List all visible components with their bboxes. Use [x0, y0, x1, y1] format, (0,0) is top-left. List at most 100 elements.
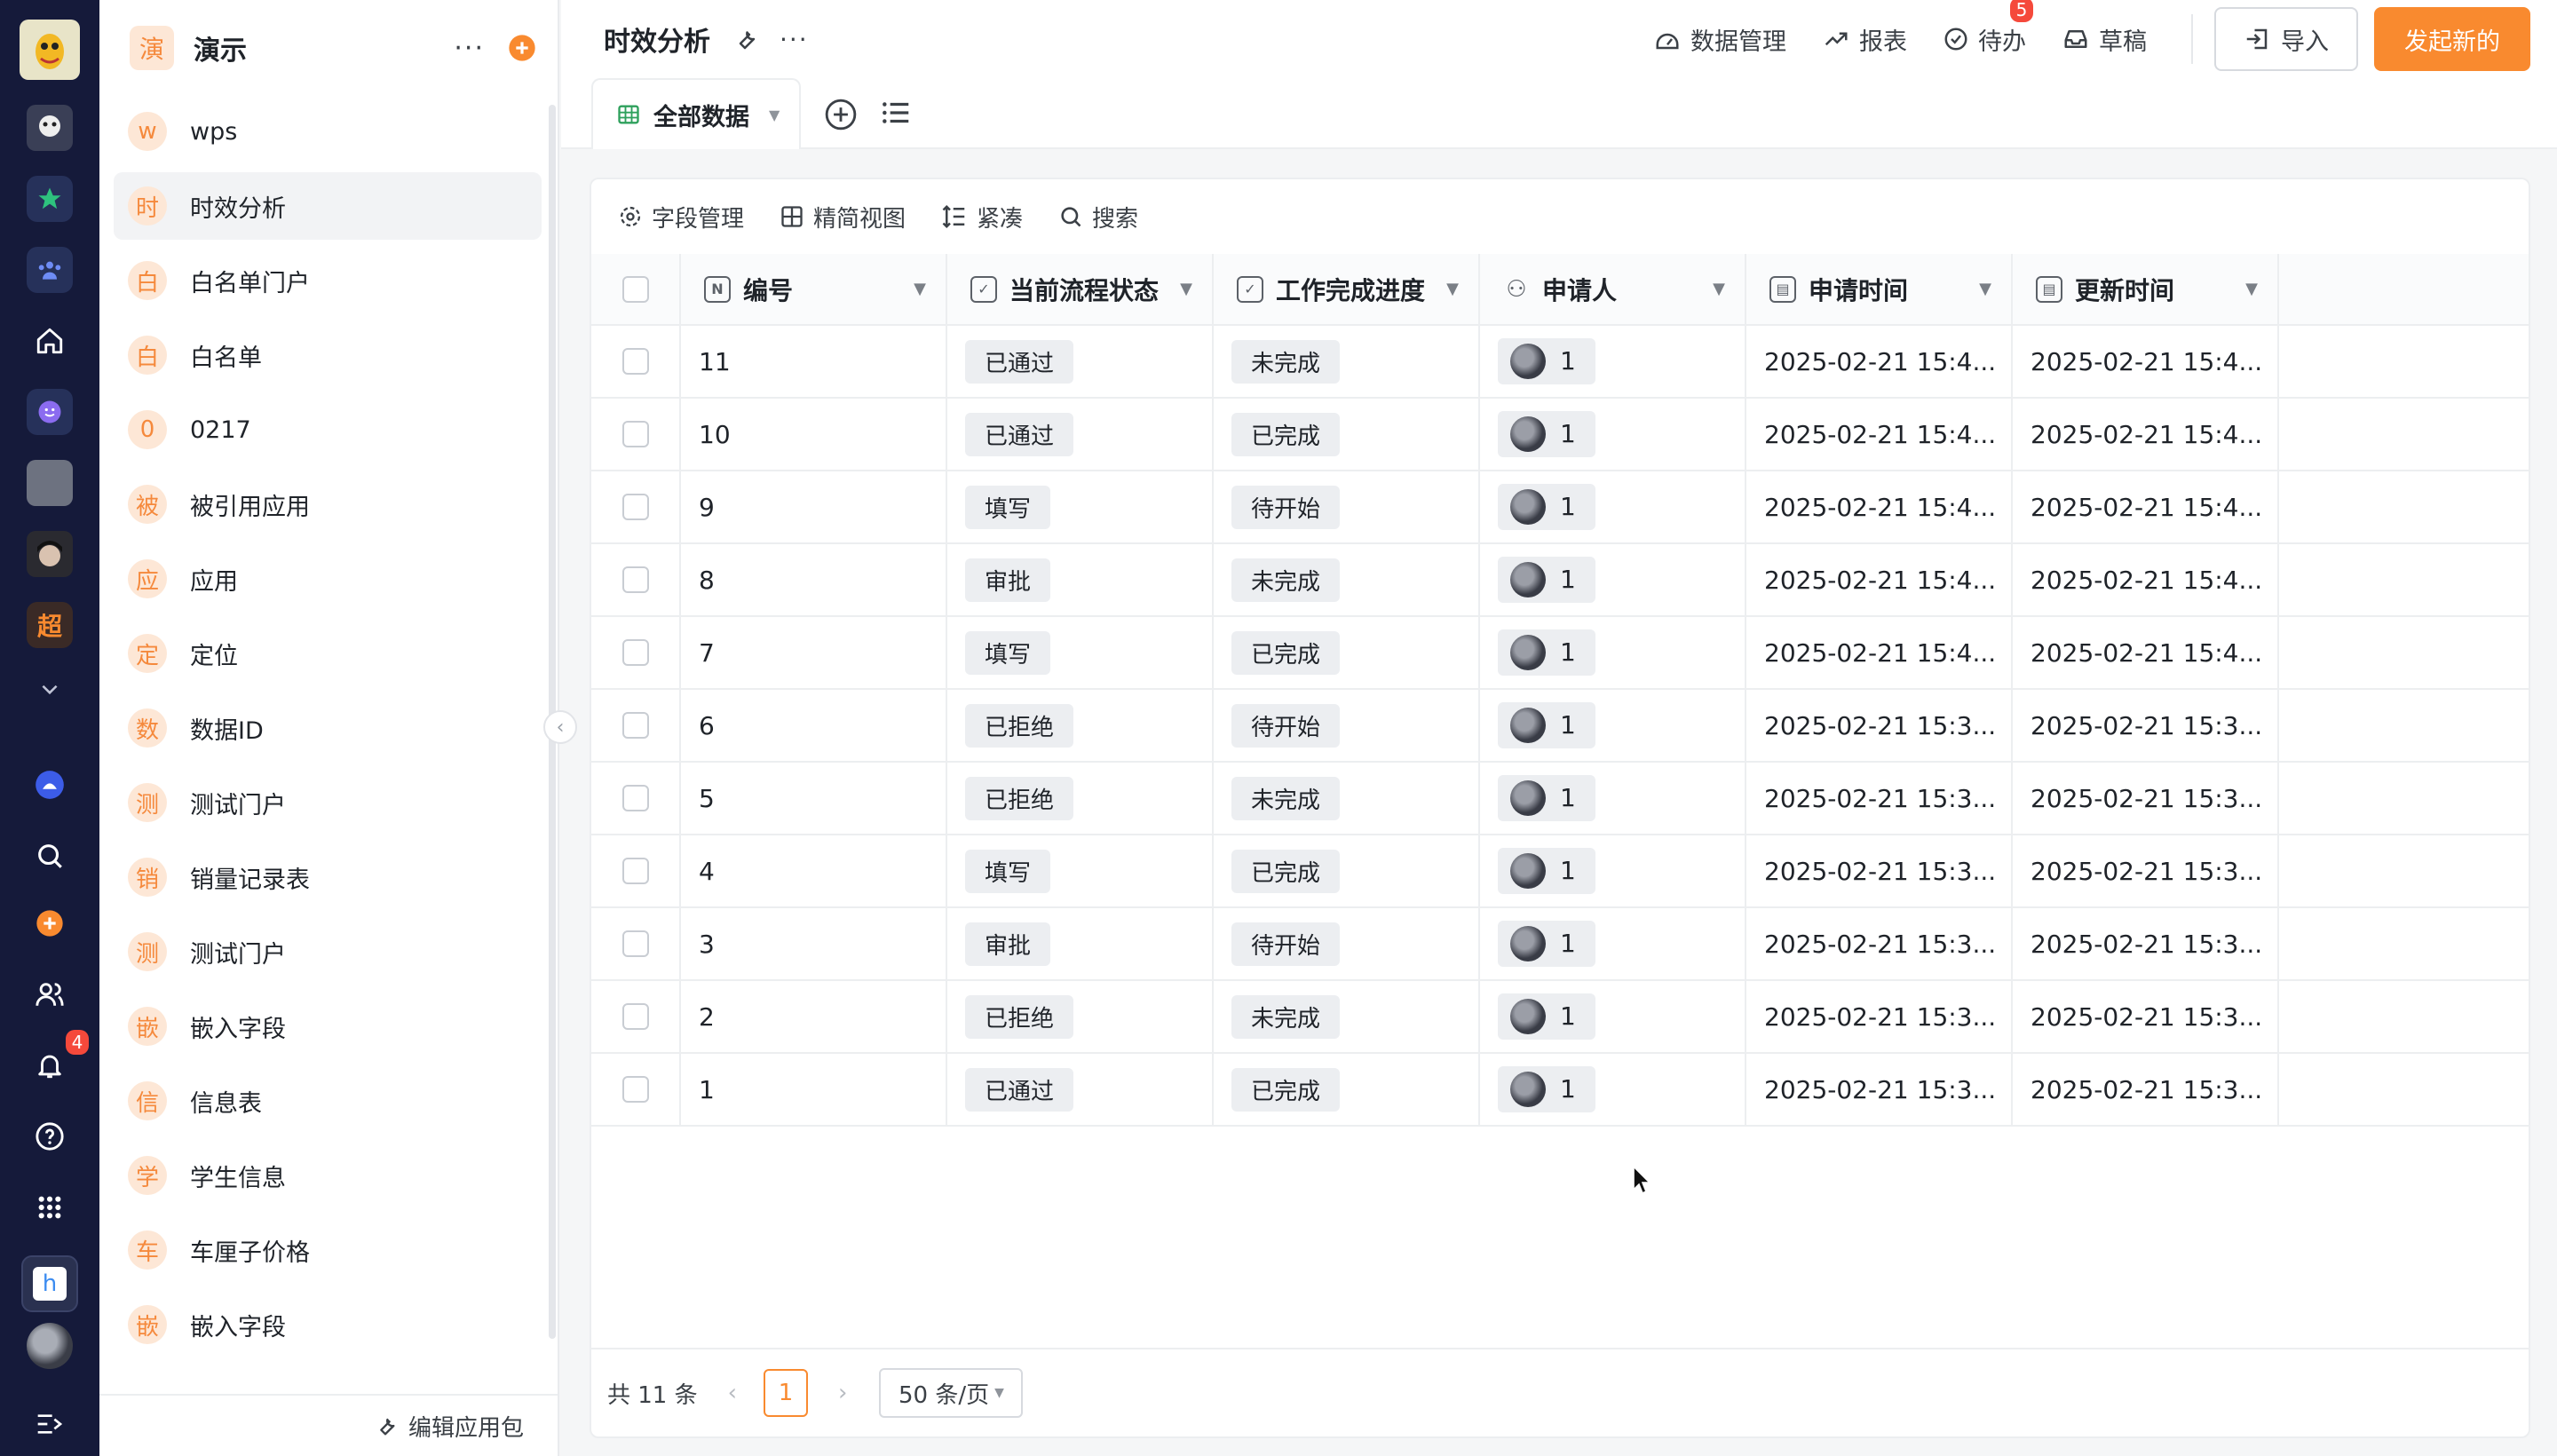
cell-applicant[interactable]: 1 [1479, 325, 1746, 399]
draft-link[interactable]: 草稿 [2062, 22, 2147, 57]
sidebar-item[interactable]: 嵌嵌入字段 [114, 1291, 542, 1358]
todo-link[interactable]: 待办 5 [1943, 0, 2033, 57]
cell-status[interactable]: 已通过 [946, 398, 1214, 471]
cell-status[interactable]: 已通过 [946, 1053, 1214, 1127]
row-checkbox[interactable] [621, 1003, 649, 1030]
emoji-app-icon[interactable] [27, 389, 73, 435]
settings-wrench-icon[interactable] [732, 26, 758, 52]
cell-id[interactable]: 11 [680, 325, 947, 399]
cell-status[interactable]: 审批 [946, 543, 1214, 617]
sidebar-item[interactable]: 被被引用应用 [114, 471, 542, 538]
cell-id[interactable]: 2 [680, 980, 947, 1054]
starred-icon[interactable] [27, 176, 73, 222]
table-row[interactable]: 5 已拒绝 未完成 1 2025-02-21 15:3... 2025-02-21 15:… [591, 762, 2529, 835]
edit-package-button[interactable]: 编辑应用包 [99, 1394, 558, 1456]
apps-grid-icon[interactable] [27, 1184, 73, 1230]
cell-updated-time[interactable]: 2025-02-21 15:4... [2012, 543, 2279, 617]
cell-applicant[interactable]: 1 [1479, 543, 1746, 617]
cell-applied-time[interactable]: 2025-02-21 15:3... [1746, 689, 2013, 763]
col-header-id[interactable]: N 编号 ▼ [680, 254, 947, 326]
cell-applicant[interactable]: 1 [1479, 616, 1746, 690]
cell-applied-time[interactable]: 2025-02-21 15:4... [1746, 325, 2013, 399]
row-checkbox[interactable] [621, 712, 649, 739]
sidebar-item[interactable]: 测测试门户 [114, 769, 542, 836]
sidebar-item[interactable]: 白白名单 [114, 321, 542, 389]
cell-progress[interactable]: 待开始 [1213, 689, 1480, 763]
cell-applicant[interactable]: 1 [1479, 471, 1746, 544]
chevron-down-icon[interactable] [27, 666, 73, 712]
search-icon[interactable] [27, 833, 73, 879]
cell-id[interactable]: 3 [680, 907, 947, 981]
next-page-icon[interactable]: › [838, 1380, 847, 1406]
cell-updated-time[interactable]: 2025-02-21 15:4... [2012, 616, 2279, 690]
density-button[interactable]: 紧凑 [941, 201, 1023, 233]
caret-down-icon[interactable]: ▼ [914, 280, 926, 298]
cell-id[interactable]: 6 [680, 689, 947, 763]
row-checkbox[interactable] [621, 494, 649, 520]
cell-applicant[interactable]: 1 [1479, 907, 1746, 981]
super-app-icon[interactable]: 超 [27, 602, 73, 648]
cell-updated-time[interactable]: 2025-02-21 15:3... [2012, 980, 2279, 1054]
cell-progress[interactable]: 已完成 [1213, 1053, 1480, 1127]
page-number-current[interactable]: 1 [764, 1369, 809, 1417]
cell-status[interactable]: 已拒绝 [946, 689, 1214, 763]
caret-down-icon[interactable]: ▼ [769, 107, 780, 123]
sidebar-item[interactable]: 0 0217 [114, 396, 542, 463]
col-header-applicant[interactable]: ⚇ 申请人 ▼ [1479, 254, 1746, 326]
sidebar-item[interactable]: w wps [114, 98, 542, 165]
add-item-icon[interactable] [508, 34, 536, 62]
caret-down-icon[interactable]: ▼ [1180, 280, 1192, 298]
col-header-status[interactable]: ✓ 当前流程状态 ▼ [946, 254, 1214, 326]
cell-status[interactable]: 填写 [946, 471, 1214, 544]
cell-updated-time[interactable]: 2025-02-21 15:3... [2012, 689, 2279, 763]
cell-id[interactable]: 5 [680, 762, 947, 835]
cell-applicant[interactable]: 1 [1479, 1053, 1746, 1127]
cell-progress[interactable]: 待开始 [1213, 471, 1480, 544]
create-new-button[interactable]: 发起新的 [2374, 7, 2530, 71]
tab-all-data[interactable]: 全部数据 ▼ [591, 78, 801, 149]
table-row[interactable]: 3 审批 待开始 1 2025-02-21 15:3... 2025-02-21 15:3… [591, 907, 2529, 981]
cell-applied-time[interactable]: 2025-02-21 15:3... [1746, 835, 2013, 908]
cell-applied-time[interactable]: 2025-02-21 15:4... [1746, 616, 2013, 690]
caret-down-icon[interactable]: ▼ [1446, 280, 1459, 298]
cell-status[interactable]: 已拒绝 [946, 762, 1214, 835]
report-link[interactable]: 报表 [1822, 22, 1907, 57]
row-checkbox[interactable] [621, 348, 649, 375]
data-manage-link[interactable]: 数据管理 [1653, 22, 1786, 57]
cell-progress[interactable]: 已完成 [1213, 835, 1480, 908]
cell-updated-time[interactable]: 2025-02-21 15:4... [2012, 398, 2279, 471]
user-avatar[interactable] [27, 1323, 73, 1369]
table-row[interactable]: 10 已通过 已完成 1 2025-02-21 15:4... 2025-02-21 15… [591, 398, 2529, 471]
cell-progress[interactable]: 未完成 [1213, 980, 1480, 1054]
cell-updated-time[interactable]: 2025-02-21 15:3... [2012, 907, 2279, 981]
cell-progress[interactable]: 已完成 [1213, 616, 1480, 690]
cell-updated-time[interactable]: 2025-02-21 15:4... [2012, 325, 2279, 399]
compact-view-button[interactable]: 精简视图 [780, 201, 906, 233]
caret-down-icon[interactable]: ▼ [1713, 280, 1725, 298]
add-view-icon[interactable] [824, 98, 858, 131]
caret-down-icon[interactable]: ▼ [2245, 280, 2258, 298]
cell-id[interactable]: 4 [680, 835, 947, 908]
col-header-progress[interactable]: ✓ 工作完成进度 ▼ [1213, 254, 1480, 326]
cell-status[interactable]: 已通过 [946, 325, 1214, 399]
field-manage-button[interactable]: 字段管理 [618, 201, 744, 233]
row-checkbox[interactable] [621, 858, 649, 884]
cell-progress[interactable]: 已完成 [1213, 398, 1480, 471]
current-app-icon[interactable]: h [21, 1255, 78, 1312]
search-button[interactable]: 搜索 [1058, 201, 1138, 233]
table-row[interactable]: 2 已拒绝 未完成 1 2025-02-21 15:3... 2025-02-21 15:… [591, 980, 2529, 1054]
row-checkbox[interactable] [621, 1076, 649, 1103]
collapse-sidebar-button[interactable]: ‹ [543, 710, 577, 744]
row-checkbox[interactable] [621, 421, 649, 447]
table-row[interactable]: 11 已通过 未完成 1 2025-02-21 15:4... 2025-02-21 15… [591, 325, 2529, 399]
expand-rail-icon[interactable] [27, 1401, 73, 1447]
cell-applicant[interactable]: 1 [1479, 980, 1746, 1054]
home-icon[interactable] [27, 318, 73, 364]
cell-applicant[interactable]: 1 [1479, 689, 1746, 763]
sidebar-item[interactable]: 学学生信息 [114, 1142, 542, 1209]
sidebar-item[interactable]: 测测试门户 [114, 918, 542, 985]
workspace-logo[interactable] [20, 20, 80, 80]
rail-app-avatar-3[interactable] [27, 531, 73, 577]
cell-updated-time[interactable]: 2025-02-21 15:4... [2012, 471, 2279, 544]
sidebar-item[interactable]: 定定位 [114, 620, 542, 687]
